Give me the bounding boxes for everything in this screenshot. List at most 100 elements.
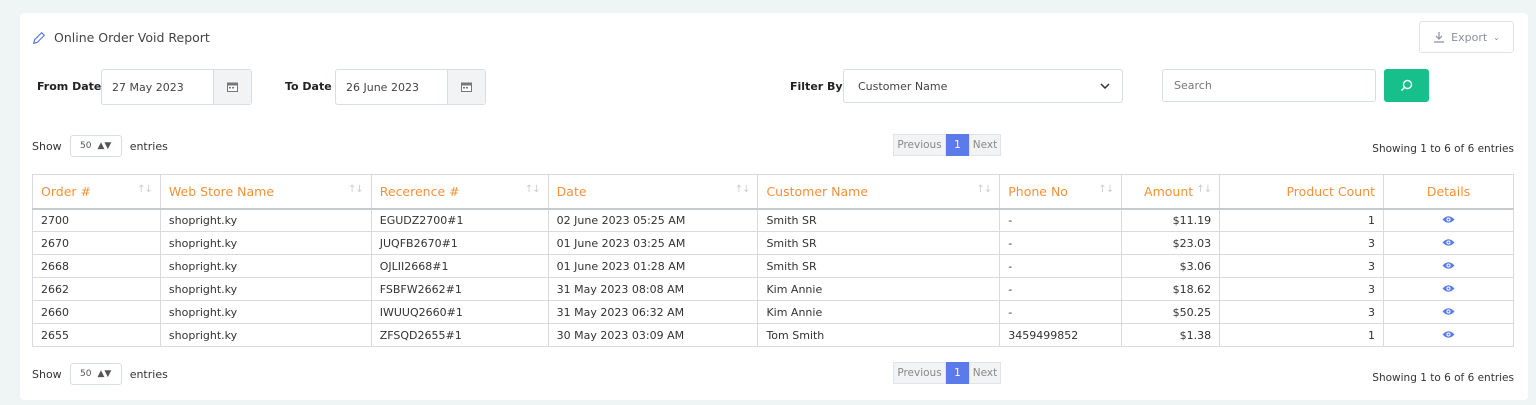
calendar-icon[interactable] [447, 70, 485, 104]
export-label: Export [1451, 30, 1488, 44]
phone-cell: - [999, 231, 1123, 255]
web-store-cell: shopright.ky [159, 277, 372, 301]
page-1-button[interactable]: 1 [946, 362, 969, 384]
col-details: Details [1383, 174, 1514, 209]
reference-cell: FSBFW2662#1 [370, 277, 549, 301]
reference-cell: IWUUQ2660#1 [370, 300, 549, 324]
details-cell [1383, 323, 1514, 347]
eye-icon[interactable] [1442, 284, 1455, 293]
col-customer[interactable]: Customer Name ↑↓ [757, 174, 1001, 209]
reference-cell: OJLII2668#1 [370, 254, 549, 278]
reference-cell: EGUDZ2700#1 [370, 208, 549, 232]
amount-cell: $3.06 [1121, 254, 1221, 278]
from-date-value: 27 May 2023 [112, 80, 184, 94]
next-button[interactable]: Next [969, 134, 1001, 156]
amount-cell: $1.38 [1121, 323, 1221, 347]
sort-icon: ↑↓ [347, 184, 364, 195]
col-order[interactable]: Order # ↑↓ [32, 174, 161, 209]
product-count-cell: 3 [1219, 231, 1385, 255]
table-header-row: Order # ↑↓ Web Store Name ↑↓ Recerence # ↑↓… [32, 174, 1514, 209]
to-date-label: To Date [285, 80, 332, 93]
sort-icon: ↑↓ [137, 184, 153, 195]
customer-cell: Tom Smith [757, 323, 1001, 347]
eye-icon[interactable] [1442, 330, 1455, 339]
show-label: Show [32, 367, 62, 381]
eye-icon[interactable] [1442, 238, 1455, 247]
entries-select[interactable]: 50 ▲▼ [69, 135, 122, 157]
customer-cell: Smith SR [757, 231, 1001, 255]
to-date-value: 26 June 2023 [346, 80, 419, 94]
product-count-cell: 3 [1219, 300, 1385, 324]
page-title: Online Order Void Report [54, 30, 210, 45]
search-placeholder: Search [1174, 79, 1212, 92]
search-input[interactable]: Search [1162, 69, 1376, 102]
amount-cell: $50.25 [1121, 300, 1221, 324]
date-cell: 02 June 2023 05:25 AM [547, 208, 759, 232]
sort-icon: ↑↓ [1196, 184, 1212, 195]
reference-cell: ZFSQD2655#1 [370, 323, 549, 347]
from-date-field[interactable]: 27 May 2023 [101, 69, 252, 105]
previous-button[interactable]: Previous [893, 134, 946, 156]
phone-cell: - [999, 300, 1123, 324]
export-button[interactable]: Export ⌄ [1419, 21, 1514, 53]
product-count-cell: 1 [1219, 323, 1385, 347]
download-icon [1434, 32, 1445, 43]
eye-icon[interactable] [1442, 307, 1455, 316]
entries-info-top: Showing 1 to 6 of 6 entries [1372, 143, 1514, 155]
sort-icon: ↑↓ [734, 184, 751, 195]
phone-cell: - [999, 208, 1123, 232]
from-date-label: From Date [37, 80, 102, 93]
amount-cell: $23.03 [1121, 231, 1221, 255]
col-reference[interactable]: Recerence # ↑↓ [370, 174, 549, 209]
details-cell [1383, 277, 1514, 301]
report-title: Online Order Void Report [32, 30, 210, 45]
show-label: Show [32, 139, 62, 153]
col-date[interactable]: Date ↑↓ [547, 174, 759, 209]
chevron-down-icon [1100, 83, 1110, 89]
void-report-table: Order # ↑↓ Web Store Name ↑↓ Recerence # ↑↓… [32, 174, 1514, 347]
previous-button[interactable]: Previous [893, 362, 946, 384]
order-cell: 2700 [32, 208, 161, 232]
search-button[interactable] [1384, 69, 1429, 102]
entries-value: 50 [80, 141, 92, 151]
phone-cell: - [999, 277, 1123, 301]
customer-cell: Smith SR [757, 254, 1001, 278]
col-web-store[interactable]: Web Store Name ↑↓ [159, 174, 372, 209]
customer-cell: Kim Annie [757, 277, 1001, 301]
details-cell [1383, 231, 1514, 255]
entries-select[interactable]: 50 ▲▼ [69, 363, 122, 385]
product-count-cell: 1 [1219, 208, 1385, 232]
entries-label: entries [129, 367, 168, 381]
web-store-cell: shopright.ky [159, 208, 372, 232]
page-1-button[interactable]: 1 [946, 134, 969, 156]
date-cell: 01 June 2023 03:25 AM [547, 231, 759, 255]
date-cell: 31 May 2023 08:08 AM [547, 277, 759, 301]
calendar-icon[interactable] [213, 70, 251, 104]
to-date-field[interactable]: 26 June 2023 [335, 69, 486, 105]
web-store-cell: shopright.ky [159, 254, 372, 278]
eye-icon[interactable] [1442, 261, 1455, 270]
report-card: Online Order Void Report Export ⌄ From D… [20, 13, 1528, 400]
order-cell: 2660 [32, 300, 161, 324]
order-cell: 2668 [32, 254, 161, 278]
web-store-cell: shopright.ky [159, 323, 372, 347]
reference-cell: JUQFB2670#1 [370, 231, 549, 255]
col-phone[interactable]: Phone No ↑↓ [999, 174, 1123, 209]
next-button[interactable]: Next [969, 362, 1001, 384]
entries-info-bottom: Showing 1 to 6 of 6 entries [1372, 372, 1514, 384]
col-amount[interactable]: Amount ↑↓ [1121, 174, 1221, 209]
search-icon [1401, 79, 1413, 91]
col-product-count[interactable]: Product Count [1219, 174, 1385, 209]
entries-length-top: Show 50 ▲▼ entries [32, 135, 168, 157]
customer-cell: Smith SR [757, 208, 1001, 232]
table-row: 2660 shopright.ky IWUUQ2660#1 31 May 2023 0… [32, 300, 1514, 324]
details-cell [1383, 254, 1514, 278]
web-store-cell: shopright.ky [159, 300, 372, 324]
eye-icon[interactable] [1442, 215, 1455, 224]
filter-by-value: Customer Name [858, 79, 948, 93]
pagination-top: Previous 1 Next [893, 134, 1001, 156]
filter-by-select[interactable]: Customer Name [843, 69, 1123, 103]
order-cell: 2655 [32, 323, 161, 347]
product-count-cell: 3 [1219, 277, 1385, 301]
date-cell: 01 June 2023 01:28 AM [547, 254, 759, 278]
